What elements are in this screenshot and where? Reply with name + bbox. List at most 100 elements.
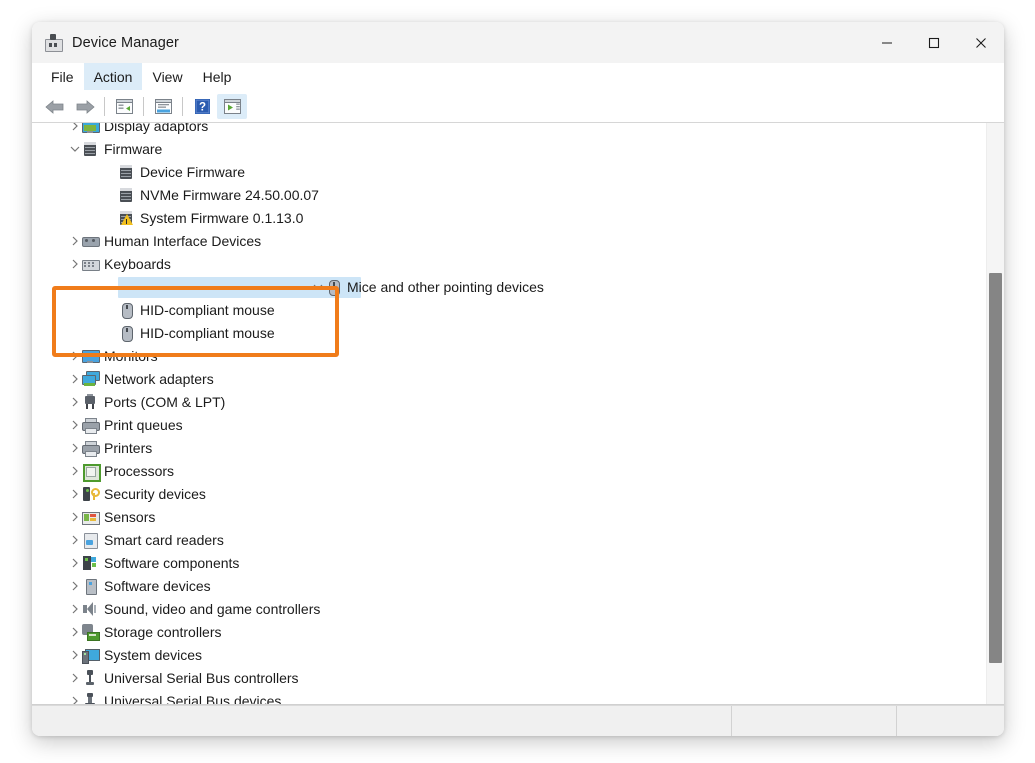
tree-row-label: Software components (104, 555, 239, 571)
tree-row-sensors[interactable]: Sensors (32, 505, 987, 528)
chevron-right-icon[interactable] (68, 574, 82, 597)
chevron-right-icon[interactable] (68, 436, 82, 459)
update-driver-icon[interactable] (148, 94, 178, 119)
tree-row-smart-card-readers[interactable]: Smart card readers (32, 528, 987, 551)
vertical-scrollbar[interactable] (986, 123, 1004, 704)
tree-row-ports[interactable]: Ports (COM & LPT) (32, 390, 987, 413)
menu-help[interactable]: Help (193, 63, 242, 90)
forward-arrow-icon[interactable] (70, 94, 100, 119)
usb-device-icon (82, 693, 98, 706)
chevron-right-icon[interactable] (68, 390, 82, 413)
tree-row-label: System Firmware 0.1.13.0 (140, 210, 303, 226)
tree-row-device-firmware[interactable]: Device Firmware (32, 160, 987, 183)
firmware-chip-icon (118, 164, 134, 180)
security-device-icon (82, 486, 98, 502)
chevron-right-icon[interactable] (68, 459, 82, 482)
tree-row-nvme-firmware[interactable]: NVMe Firmware 24.50.00.07 (32, 183, 987, 206)
tree-row-label: Security devices (104, 486, 206, 502)
tree-row-print-queues[interactable]: Print queues (32, 413, 987, 436)
human-interface-device-icon (82, 233, 98, 249)
status-bar-divider (731, 706, 732, 736)
properties-icon[interactable] (109, 94, 139, 119)
chevron-right-icon[interactable] (68, 597, 82, 620)
tree-row-label: Mice and other pointing devices (347, 279, 544, 295)
firmware-warning-icon (118, 210, 134, 226)
tree-row-label: Keyboards (104, 256, 171, 272)
toolbar-separator (182, 97, 183, 116)
software-device-icon (82, 578, 98, 594)
menu-action[interactable]: Action (84, 63, 143, 90)
chevron-right-icon[interactable] (68, 528, 82, 551)
tree-row-storage-controllers[interactable]: Storage controllers (32, 620, 987, 643)
sound-controller-icon (82, 601, 98, 617)
scrollbar-thumb[interactable] (989, 273, 1002, 663)
tree-row-usb-controllers[interactable]: Universal Serial Bus controllers (32, 666, 987, 689)
processor-icon (82, 463, 98, 479)
help-icon[interactable]: ? (187, 94, 217, 119)
chevron-down-icon[interactable] (68, 137, 82, 160)
chevron-right-icon[interactable] (68, 344, 82, 367)
minimize-button[interactable] (863, 22, 910, 63)
window-title: Device Manager (72, 35, 179, 51)
tree-row-printers[interactable]: Printers (32, 436, 987, 459)
tree-row-label: Network adapters (104, 371, 214, 387)
smart-card-reader-icon (82, 532, 98, 548)
chevron-right-icon[interactable] (68, 482, 82, 505)
tree-row-label: NVMe Firmware 24.50.00.07 (140, 187, 319, 203)
chevron-down-icon[interactable] (311, 275, 325, 298)
tree-row-firmware[interactable]: Firmware (32, 137, 987, 160)
chevron-right-icon[interactable] (68, 643, 82, 666)
window-controls (863, 22, 1004, 63)
tree-row-label: Smart card readers (104, 532, 224, 548)
tree-row-mice-and-other-pointing-devices[interactable]: Mice and other pointing devices (32, 275, 987, 298)
menu-view[interactable]: View (142, 63, 192, 90)
chevron-right-icon[interactable] (68, 413, 82, 436)
tree-row-keyboards[interactable]: Keyboards (32, 252, 987, 275)
show-hidden-devices-icon[interactable] (217, 94, 247, 119)
chevron-right-icon[interactable] (68, 551, 82, 574)
tree-row-usb-devices[interactable]: Universal Serial Bus devices (32, 689, 987, 705)
chevron-right-icon[interactable] (68, 505, 82, 528)
back-arrow-icon[interactable] (40, 94, 70, 119)
tree-row-software-components[interactable]: Software components (32, 551, 987, 574)
tree-row-system-devices[interactable]: System devices (32, 643, 987, 666)
tree-row-hid-compliant-mouse[interactable]: HID-compliant mouse (32, 298, 987, 321)
chevron-right-icon[interactable] (68, 620, 82, 643)
status-bar (32, 705, 1004, 736)
system-device-icon (82, 647, 98, 663)
tree-row-hid-compliant-mouse[interactable]: HID-compliant mouse (32, 321, 987, 344)
tree-row-system-firmware[interactable]: System Firmware 0.1.13.0 (32, 206, 987, 229)
tree-row-processors[interactable]: Processors (32, 459, 987, 482)
tree-row-label: Firmware (104, 141, 162, 157)
tree-row-label: Software devices (104, 578, 211, 594)
chevron-right-icon[interactable] (68, 367, 82, 390)
close-button[interactable] (957, 22, 1004, 63)
device-manager-window: Device Manager File Action View Help (32, 22, 1004, 736)
tree-row-software-devices[interactable]: Software devices (32, 574, 987, 597)
tree-row-display-adaptors[interactable]: Display adaptors (32, 123, 987, 137)
tree-row-label: HID-compliant mouse (140, 302, 275, 318)
tree-row-security-devices[interactable]: Security devices (32, 482, 987, 505)
tree-row-network-adapters[interactable]: Network adapters (32, 367, 987, 390)
mouse-icon (325, 279, 341, 295)
tree-row-human-interface-devices[interactable]: Human Interface Devices (32, 229, 987, 252)
device-tree-panel[interactable]: Display adaptors Firmware Device Firmwar… (32, 123, 1004, 705)
tree-row-monitors[interactable]: Monitors (32, 344, 987, 367)
chevron-right-icon[interactable] (68, 229, 82, 252)
svg-text:?: ? (198, 102, 205, 114)
menu-file[interactable]: File (41, 63, 84, 90)
usb-controller-icon (82, 670, 98, 686)
tree-row-sound-video-game-controllers[interactable]: Sound, video and game controllers (32, 597, 987, 620)
sensor-icon (82, 509, 98, 525)
printer-icon (82, 417, 98, 433)
chevron-right-icon[interactable] (68, 123, 82, 137)
chevron-right-icon[interactable] (68, 252, 82, 275)
firmware-chip-icon (82, 141, 98, 157)
keyboard-icon (82, 256, 98, 272)
display-adaptor-icon (82, 123, 98, 134)
tree-row-label: Device Firmware (140, 164, 245, 180)
tree-row-label: Print queues (104, 417, 183, 433)
maximize-button[interactable] (910, 22, 957, 63)
chevron-right-icon[interactable] (68, 666, 82, 689)
chevron-right-icon[interactable] (68, 689, 82, 705)
